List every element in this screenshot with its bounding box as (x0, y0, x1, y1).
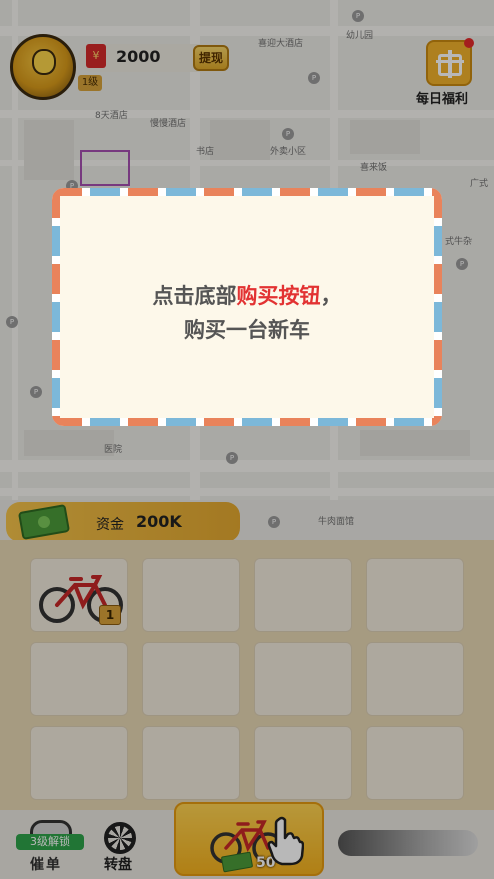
dialog-text-prefix: 点击底部 (152, 284, 237, 308)
modal-overlay[interactable] (0, 0, 494, 879)
tutorial-dialog[interactable]: 点击底部购买按钮， 购买一台新车 (52, 188, 442, 426)
dialog-text-suffix: ， (320, 284, 342, 308)
dialog-text-line2: 购买一台新车 (184, 318, 310, 342)
airmail-border (52, 188, 442, 196)
airmail-border (52, 418, 442, 426)
dialog-text-highlight: 购买按钮 (236, 284, 321, 308)
dialog-text-line1: 点击底部购买按钮， (52, 280, 442, 310)
